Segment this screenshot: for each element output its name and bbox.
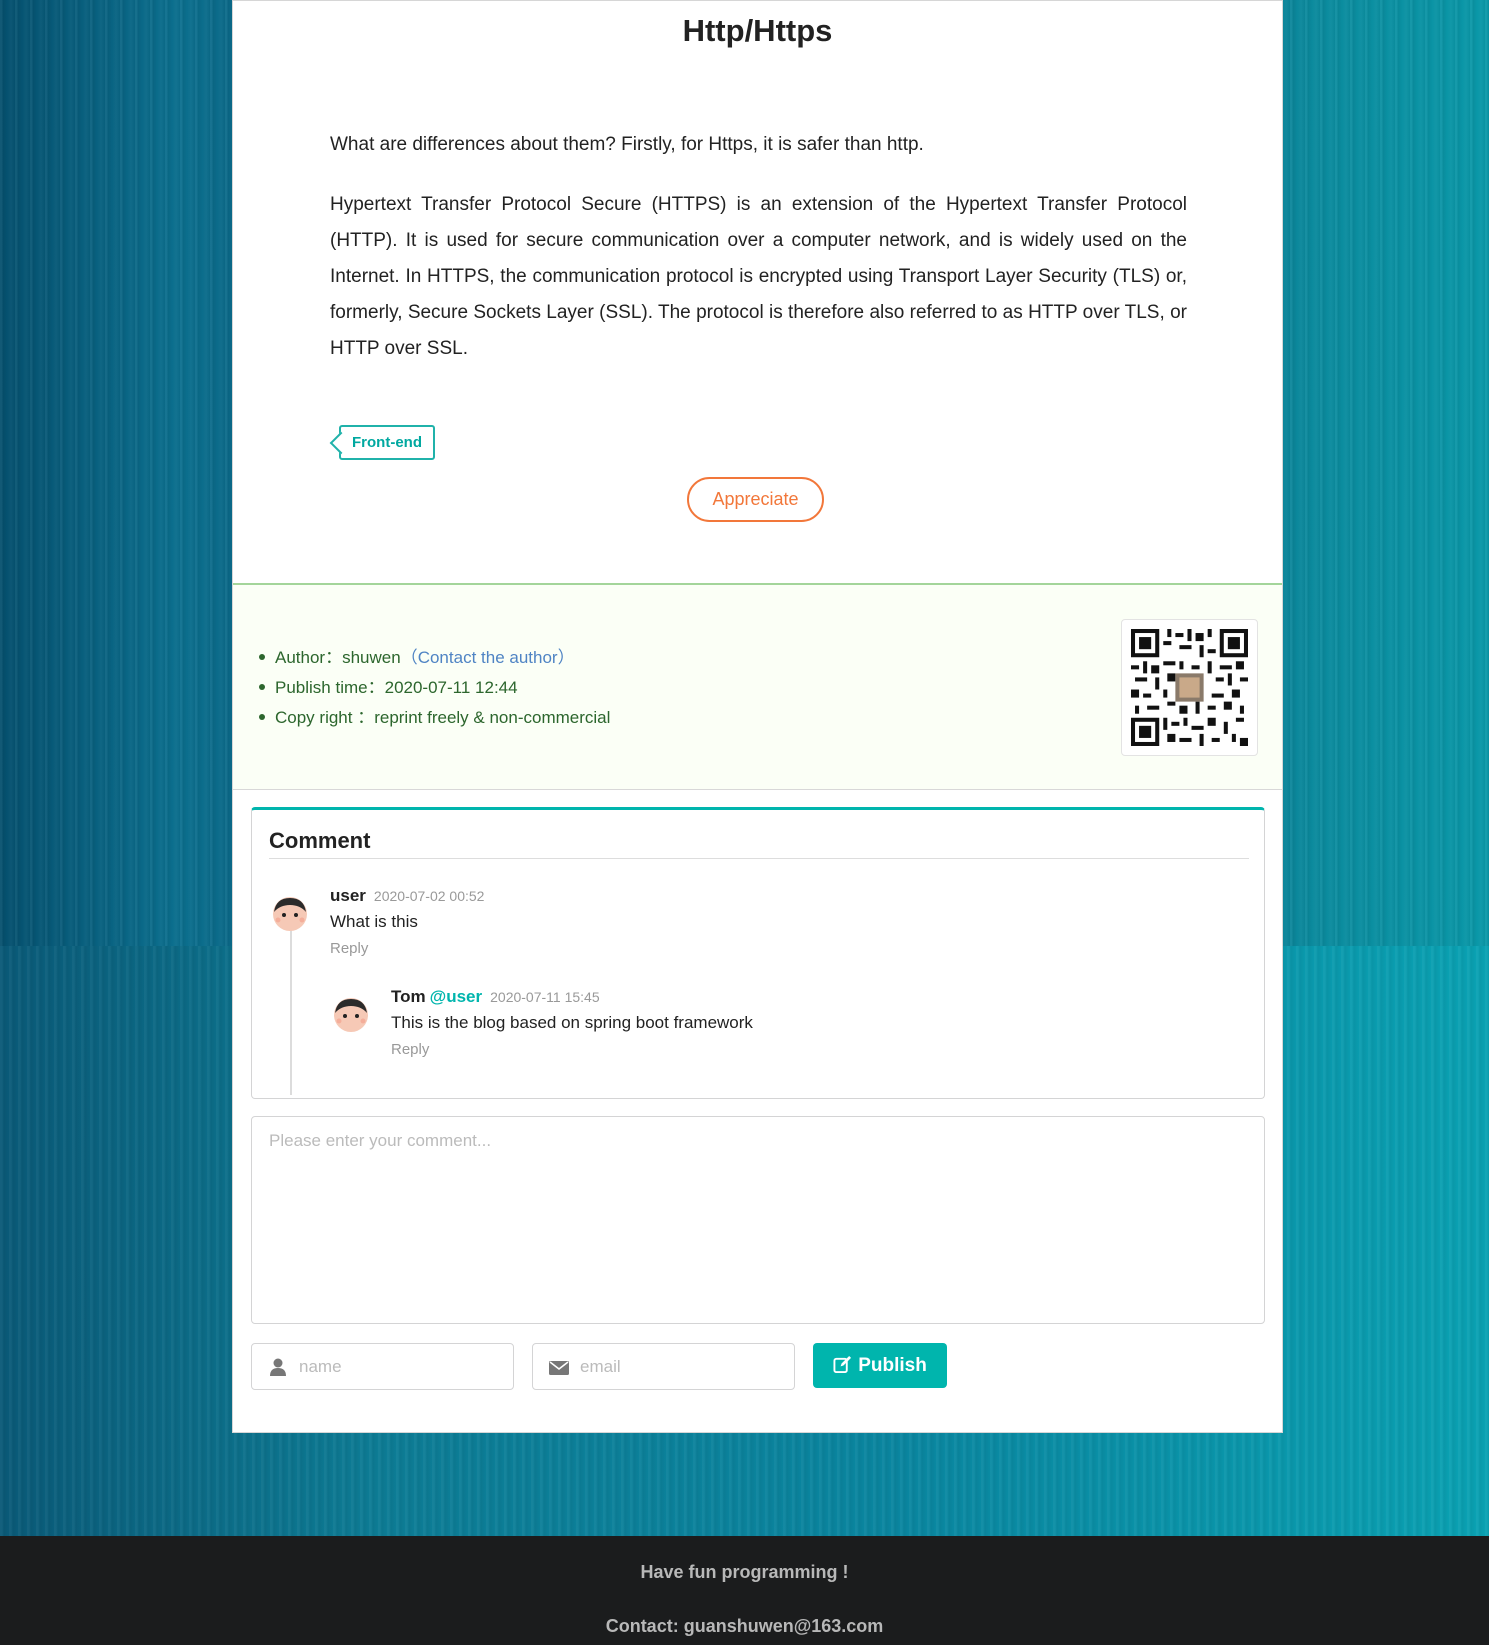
post-content: What are differences about them? Firstly… xyxy=(330,127,1187,391)
avatar xyxy=(334,998,368,1032)
author-label: Author： xyxy=(275,648,343,667)
comment-input[interactable] xyxy=(251,1116,1265,1324)
publish-time-info: Publish time：2020-07-11 12:44 xyxy=(259,673,610,703)
bullet-icon xyxy=(259,683,265,690)
envelope-icon xyxy=(549,1361,569,1375)
comment-date: 2020-07-11 15:45 xyxy=(490,989,600,1005)
comment-body: user 2020-07-02 00:52 What is this Reply xyxy=(330,886,830,957)
name-input[interactable] xyxy=(299,1352,504,1382)
comment-section: Comment user 2020-07-02 00:52 What is thi… xyxy=(251,807,1265,1099)
footer: Have fun programming ! Contact: guanshuw… xyxy=(0,1536,1489,1645)
avatar xyxy=(273,897,307,931)
comment-text: What is this xyxy=(330,912,418,931)
reply-link[interactable]: Reply xyxy=(391,1041,991,1058)
reply-link[interactable]: Reply xyxy=(330,940,830,957)
post-paragraph: Hypertext Transfer Protocol Secure (HTTP… xyxy=(330,194,1187,359)
post-info-list: Author：shuwen（Contact the author） Publis… xyxy=(259,643,610,733)
post-info-panel: Author：shuwen（Contact the author） Publis… xyxy=(233,583,1282,790)
contact-author-link[interactable]: （Contact the author） xyxy=(401,648,575,667)
bullet-icon xyxy=(259,653,265,660)
edit-icon xyxy=(833,1355,852,1374)
comment-author[interactable]: Tom xyxy=(391,987,426,1006)
email-input[interactable] xyxy=(580,1352,785,1382)
comment-date: 2020-07-02 00:52 xyxy=(373,888,485,904)
publish-label: Publish xyxy=(858,1355,927,1376)
comment-body: Tom @user 2020-07-11 15:45 This is the blo… xyxy=(391,987,991,1058)
post-title: Http/Https xyxy=(682,13,833,48)
author-info: Author：shuwen（Contact the author） xyxy=(259,643,610,673)
copyright-info: Copy right ：reprint freely & non-commerc… xyxy=(259,703,610,733)
footer-contact: Contact: guanshuwen@163.com xyxy=(605,1616,884,1636)
reply-to-mention[interactable]: @user xyxy=(430,987,483,1006)
publish-button[interactable]: Publish xyxy=(813,1343,947,1388)
divider xyxy=(269,858,1249,859)
qr-code xyxy=(1121,619,1258,756)
email-field[interactable] xyxy=(532,1343,795,1390)
comment-heading: Comment xyxy=(269,828,371,853)
tag-front-end[interactable]: Front-end xyxy=(339,425,435,460)
thread-line xyxy=(290,930,292,1095)
qr-code-icon xyxy=(1131,629,1248,746)
comment-author[interactable]: user xyxy=(330,886,366,905)
footer-tagline: Have fun programming ! xyxy=(640,1562,849,1582)
copyright-value: reprint freely & non-commercial xyxy=(374,708,611,727)
appreciate-button[interactable]: Appreciate xyxy=(687,477,824,522)
publish-time-value: 2020-07-11 12:44 xyxy=(384,678,518,697)
user-icon xyxy=(270,1358,286,1376)
comment-text: This is the blog based on spring boot fr… xyxy=(391,1013,753,1032)
publish-time-label: Publish time： xyxy=(275,678,385,697)
author-name: shuwen xyxy=(342,648,401,667)
post-card: Http/Https What are differences about th… xyxy=(232,0,1283,1433)
post-paragraph: What are differences about them? Firstly… xyxy=(330,134,924,155)
copyright-label: Copy right ： xyxy=(275,708,375,727)
bullet-icon xyxy=(259,713,265,720)
name-field[interactable] xyxy=(251,1343,514,1390)
